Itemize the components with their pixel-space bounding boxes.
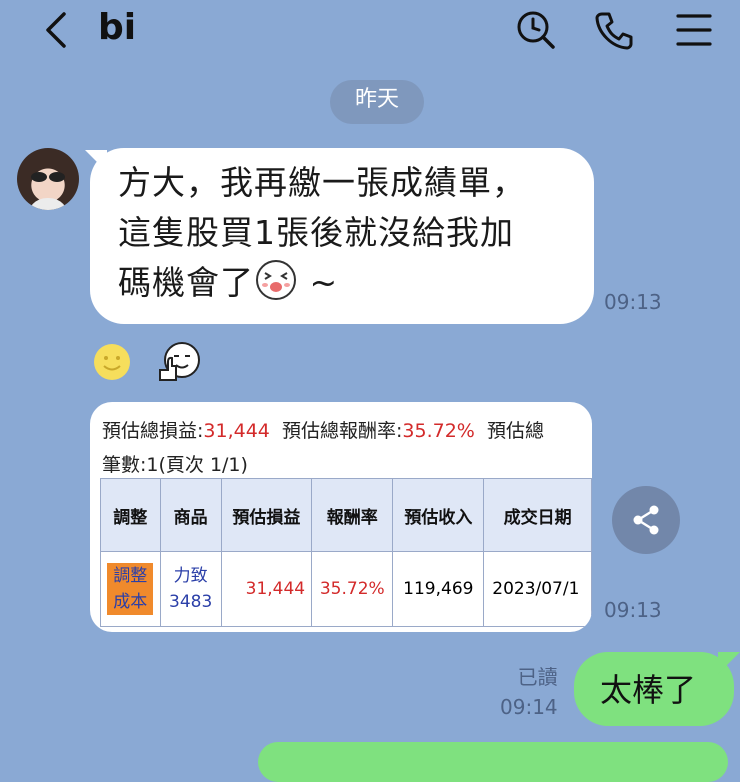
search-icon[interactable] — [514, 8, 558, 52]
portfolio-screenshot-card[interactable]: 預估總損益:31,444 預估總報酬率:35.72% 預估總 筆數:1(頁次 1… — [90, 402, 592, 632]
avatar[interactable] — [17, 148, 79, 210]
read-status: 已讀 09:14 — [500, 665, 558, 719]
back-arrow-icon[interactable] — [38, 10, 78, 50]
sunglasses-icon — [31, 172, 65, 182]
summary-line: 預估總損益:31,444 預估總報酬率:35.72% 預估總 — [102, 420, 544, 442]
menu-icon[interactable] — [672, 8, 716, 52]
col-header: 預估損益 — [220, 478, 313, 552]
phone-icon[interactable] — [592, 8, 636, 52]
col-header: 商品 — [159, 478, 222, 552]
col-header: 預估收入 — [392, 478, 485, 552]
card-time: 09:13 — [604, 598, 662, 622]
pnl-cell: 31,444 — [220, 551, 313, 627]
col-header: 成交日期 — [483, 478, 592, 552]
table-row: 調整 成本 力致 3483 31,444 35.72% 119,469 2023/0… — [100, 551, 592, 627]
return-rate-cell: 35.72% — [311, 551, 394, 627]
product-cell[interactable]: 力致 3483 — [159, 551, 222, 627]
col-header: 報酬率 — [311, 478, 394, 552]
record-count: 筆數:1(頁次 1/1) — [102, 454, 248, 476]
share-button[interactable] — [612, 486, 680, 554]
adjust-cost-button[interactable]: 調整 成本 — [107, 563, 154, 615]
date-cell: 2023/07/1 — [483, 551, 592, 627]
date-separator: 昨天 — [330, 80, 424, 124]
share-icon — [633, 505, 659, 535]
thumbs-up-emoji-icon[interactable] — [156, 340, 202, 384]
adjust-cost-cell[interactable]: 調整 成本 — [100, 551, 161, 627]
outgoing-message-text: 太棒了 — [600, 671, 697, 709]
table-header-row: 調整 商品 預估損益 報酬率 預估收入 成交日期 — [100, 478, 592, 552]
income-cell: 119,469 — [392, 551, 485, 627]
message-time: 09:13 — [604, 290, 662, 314]
bubble-tail — [718, 652, 740, 674]
chat-title: bi — [98, 7, 137, 48]
chat-header: bi — [0, 0, 740, 60]
position-table: 調整 商品 預估損益 報酬率 預估收入 成交日期 調整 成本 力致 3483 31,… — [100, 478, 592, 627]
incoming-message-text: 方大，我再繳一張成績單， 這隻股買1張後就沒給我加 碼機會了 ~ — [118, 163, 526, 302]
laughing-emoji-icon — [256, 260, 296, 300]
outgoing-message-bubble-partial[interactable] — [258, 742, 728, 782]
smiley-emoji-icon[interactable] — [92, 342, 132, 382]
col-header: 調整 — [100, 478, 161, 552]
